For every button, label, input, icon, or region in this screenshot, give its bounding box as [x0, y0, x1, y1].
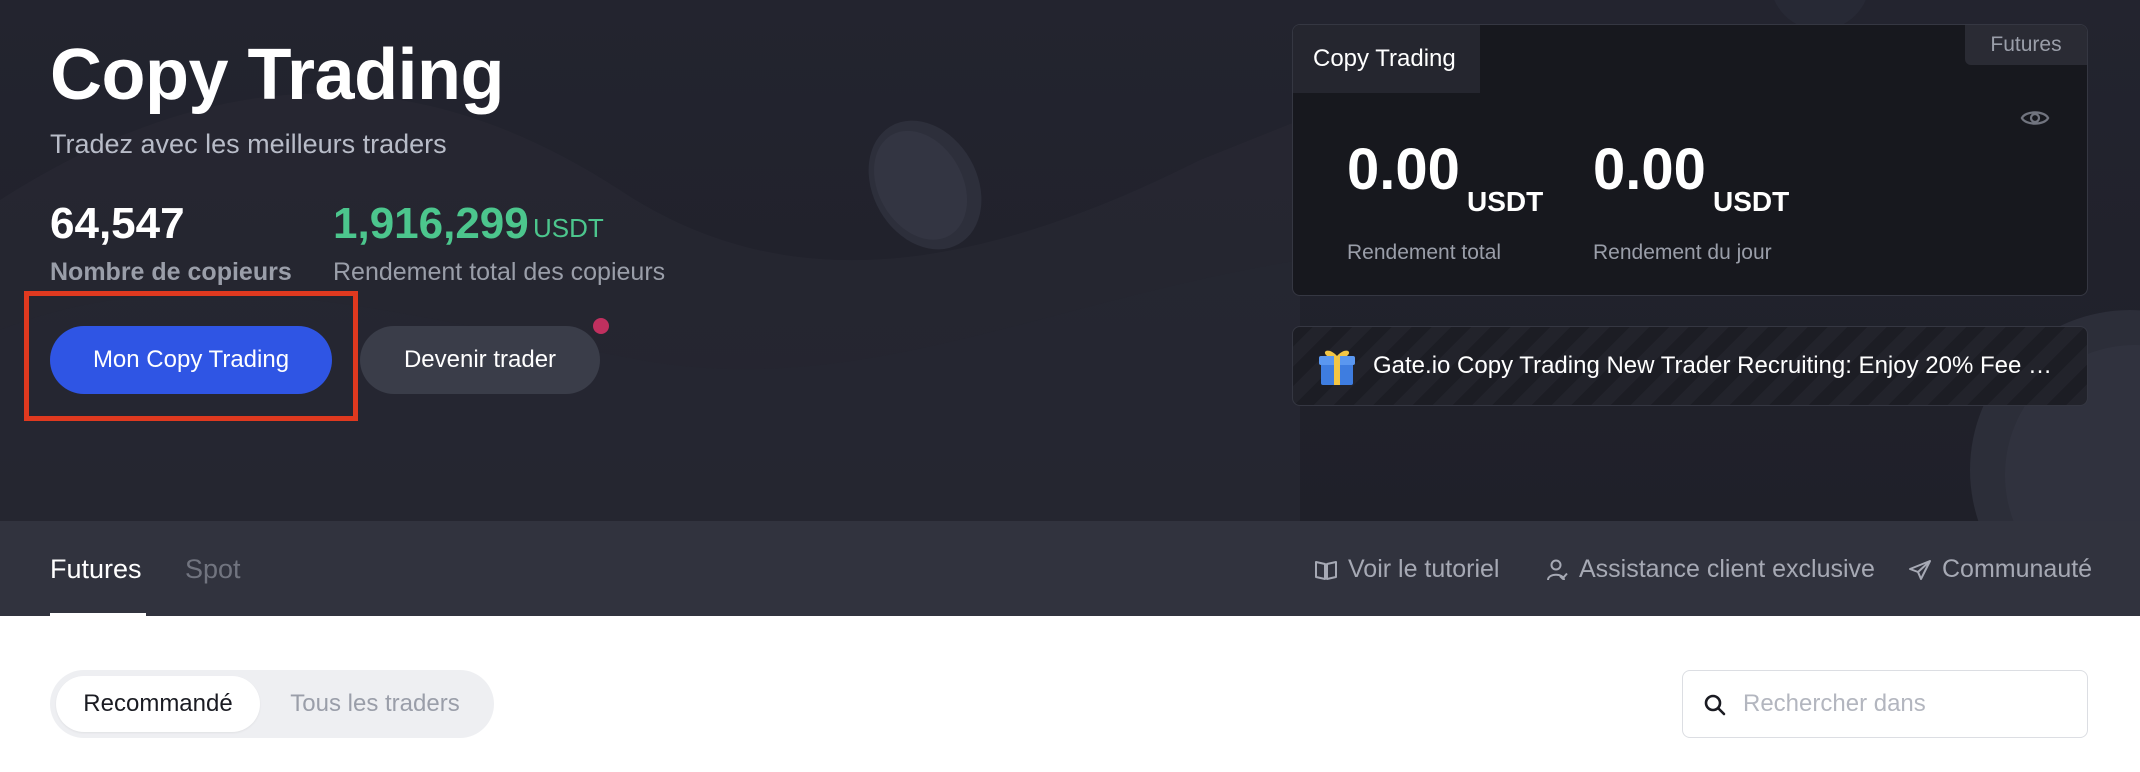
- trader-search-box: [1682, 670, 2088, 738]
- market-badge-futures[interactable]: Futures: [1965, 25, 2087, 65]
- announcement-banner[interactable]: Gate.io Copy Trading New Trader Recruiti…: [1292, 326, 2088, 406]
- trader-filter-toggle: Recommandé Tous les traders: [50, 670, 494, 738]
- total-return-value: 0.00: [1347, 137, 1460, 202]
- page-title: Copy Trading: [50, 35, 505, 115]
- total-returns-unit: USDT: [533, 213, 604, 243]
- filter-recommended[interactable]: Recommandé: [56, 676, 260, 732]
- tab-spot[interactable]: Spot: [185, 549, 241, 589]
- hero-section: Copy Trading Tradez avec les meilleurs t…: [0, 0, 2140, 521]
- gift-icon: [1319, 350, 1355, 385]
- user-headset-icon: [1547, 559, 1568, 581]
- market-tab-bar: Futures Spot Voir le tutoriel Assistance…: [0, 521, 2140, 616]
- card-tab-copy-trading[interactable]: Copy Trading: [1293, 25, 1480, 93]
- total-returns-label: Rendement total des copieurs: [333, 258, 666, 286]
- search-icon: [1704, 694, 1726, 716]
- paper-plane-icon: [1909, 560, 1931, 580]
- active-tab-indicator: [50, 613, 146, 616]
- tutorial-link-label: Voir le tutoriel: [1348, 555, 1500, 583]
- copy-trading-summary-card: Copy Trading Futures 0.00 USDT Rendement…: [1292, 24, 2088, 296]
- eye-icon[interactable]: [2020, 103, 2050, 133]
- community-label: Communauté: [1942, 555, 2093, 583]
- daily-return-label: Rendement du jour: [1593, 241, 1772, 264]
- copiers-count: 64,547: [50, 199, 185, 248]
- search-input[interactable]: [1743, 671, 2073, 737]
- tab-futures[interactable]: Futures: [50, 549, 142, 589]
- daily-return-unit: USDT: [1713, 186, 1790, 217]
- total-returns-value: 1,916,299: [333, 199, 529, 248]
- filter-all-traders[interactable]: Tous les traders: [272, 676, 478, 732]
- become-trader-button[interactable]: Devenir trader: [360, 326, 600, 394]
- total-return-label: Rendement total: [1347, 241, 1502, 264]
- exclusive-support-label: Assistance client exclusive: [1579, 555, 1875, 583]
- highlight-box: [24, 291, 358, 421]
- total-return-unit: USDT: [1467, 186, 1544, 217]
- book-icon: [1315, 561, 1337, 580]
- copiers-label: Nombre de copieurs: [50, 258, 292, 286]
- page-subtitle: Tradez avec les meilleurs traders: [50, 129, 447, 159]
- notification-dot: [593, 318, 609, 334]
- daily-return-value: 0.00: [1593, 137, 1706, 202]
- announcement-text[interactable]: Gate.io Copy Trading New Trader Recruiti…: [1373, 327, 2063, 405]
